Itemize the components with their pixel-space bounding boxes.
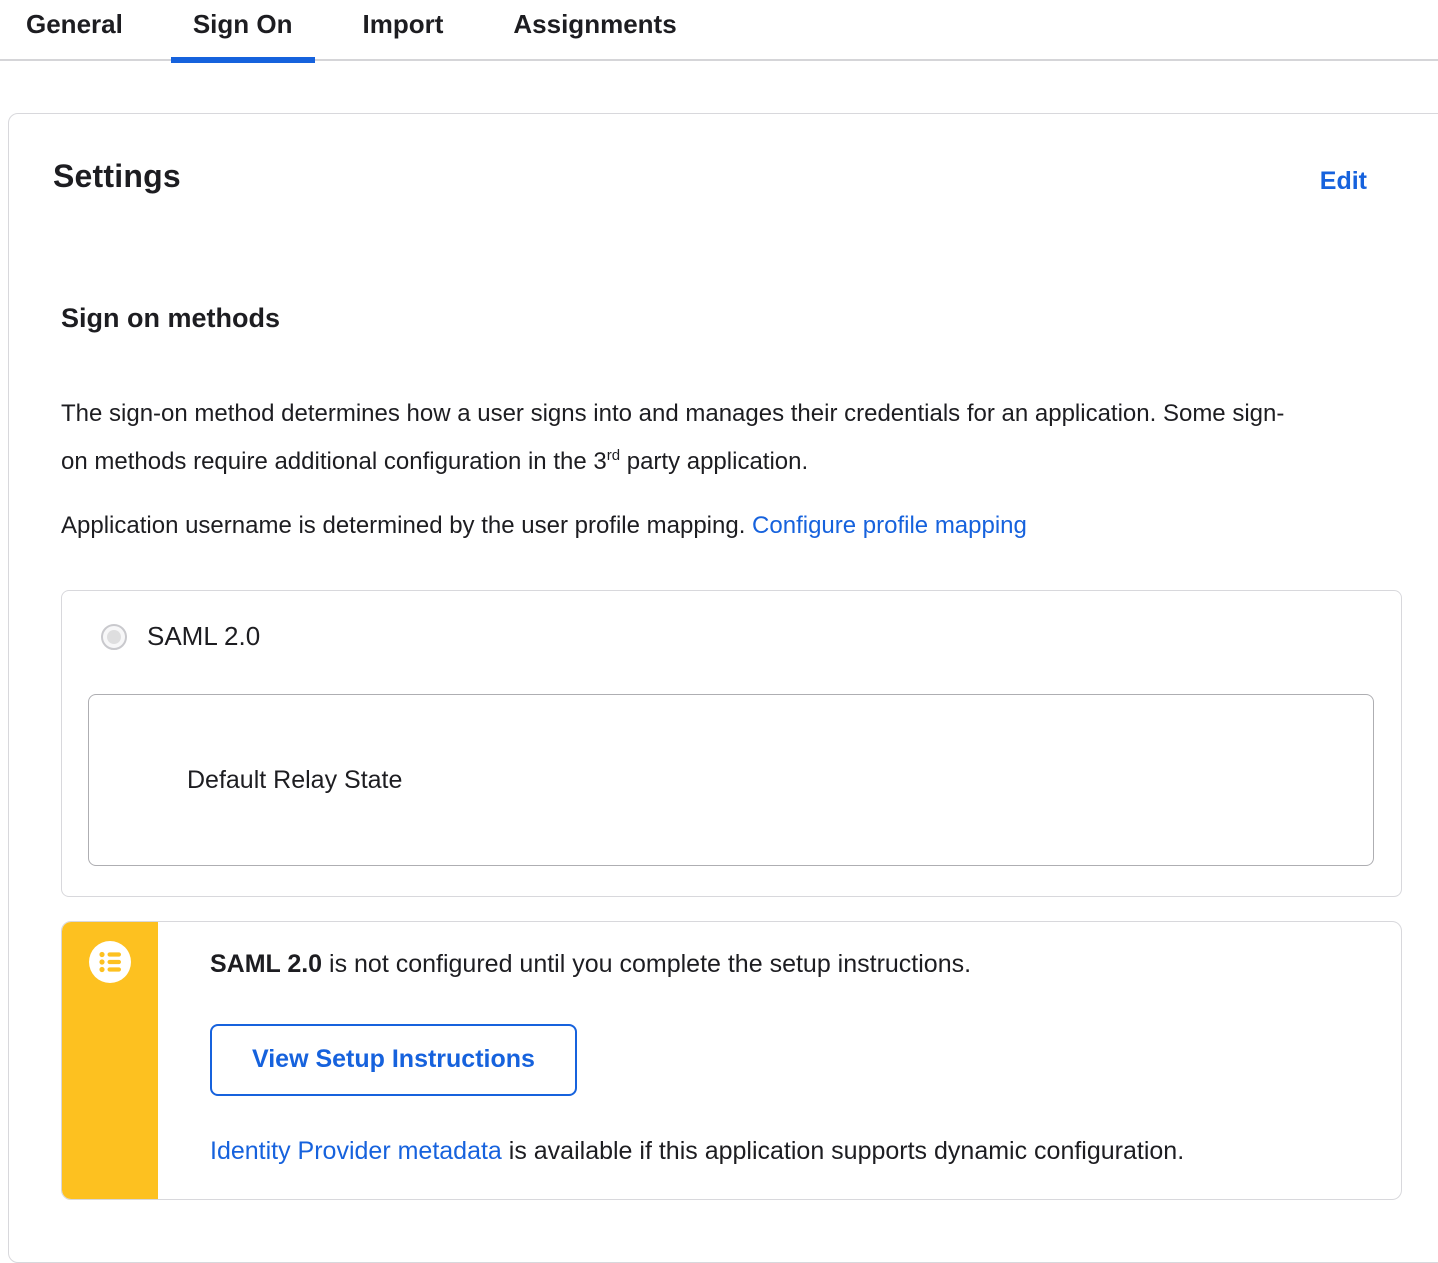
callout-message-rest: is not configured until you complete the… (322, 950, 972, 978)
metadata-note: Identity Provider metadata is available … (210, 1136, 1361, 1166)
username-note-text: Application username is determined by th… (61, 512, 753, 539)
tab-general[interactable]: General (4, 0, 145, 59)
settings-card: Edit Settings Sign on methods The sign-o… (8, 113, 1438, 1263)
metadata-note-rest: is available if this application support… (501, 1137, 1185, 1165)
saml-radio-row: SAML 2.0 (88, 621, 1374, 652)
username-note: Application username is determined by th… (61, 502, 1306, 550)
callout-accent-bar (62, 922, 158, 1199)
settings-title: Settings (53, 158, 181, 194)
tab-sign-on[interactable]: Sign On (170, 0, 315, 63)
callout-content: SAML 2.0 is not configured until you com… (158, 922, 1401, 1199)
default-relay-state-label: Default Relay State (187, 765, 403, 794)
default-relay-state-box: Default Relay State (88, 694, 1374, 866)
list-icon (89, 941, 131, 983)
sign-on-description: The sign-on method determines how a user… (61, 390, 1306, 486)
description-superscript: rd (606, 447, 621, 464)
edit-link[interactable]: Edit (1320, 167, 1367, 196)
view-setup-instructions-button[interactable]: View Setup Instructions (210, 1024, 577, 1096)
configure-profile-mapping-link[interactable]: Configure profile mapping (752, 512, 1027, 539)
saml-radio-label: SAML 2.0 (147, 621, 261, 651)
identity-provider-metadata-link[interactable]: Identity Provider metadata (210, 1137, 502, 1165)
description-text-after: party application. (620, 448, 809, 475)
saml-method-box: SAML 2.0 Default Relay State (61, 590, 1402, 897)
app-tabs: General Sign On Import Assignments (0, 0, 1438, 63)
callout-message: SAML 2.0 is not configured until you com… (210, 949, 1361, 979)
saml-radio-button[interactable] (101, 623, 127, 650)
tab-import[interactable]: Import (341, 0, 466, 59)
tab-assignments[interactable]: Assignments (491, 0, 698, 59)
setup-callout: SAML 2.0 is not configured until you com… (61, 921, 1402, 1200)
callout-message-bold: SAML 2.0 (210, 950, 323, 978)
sign-on-methods-heading: Sign on methods (61, 303, 280, 333)
